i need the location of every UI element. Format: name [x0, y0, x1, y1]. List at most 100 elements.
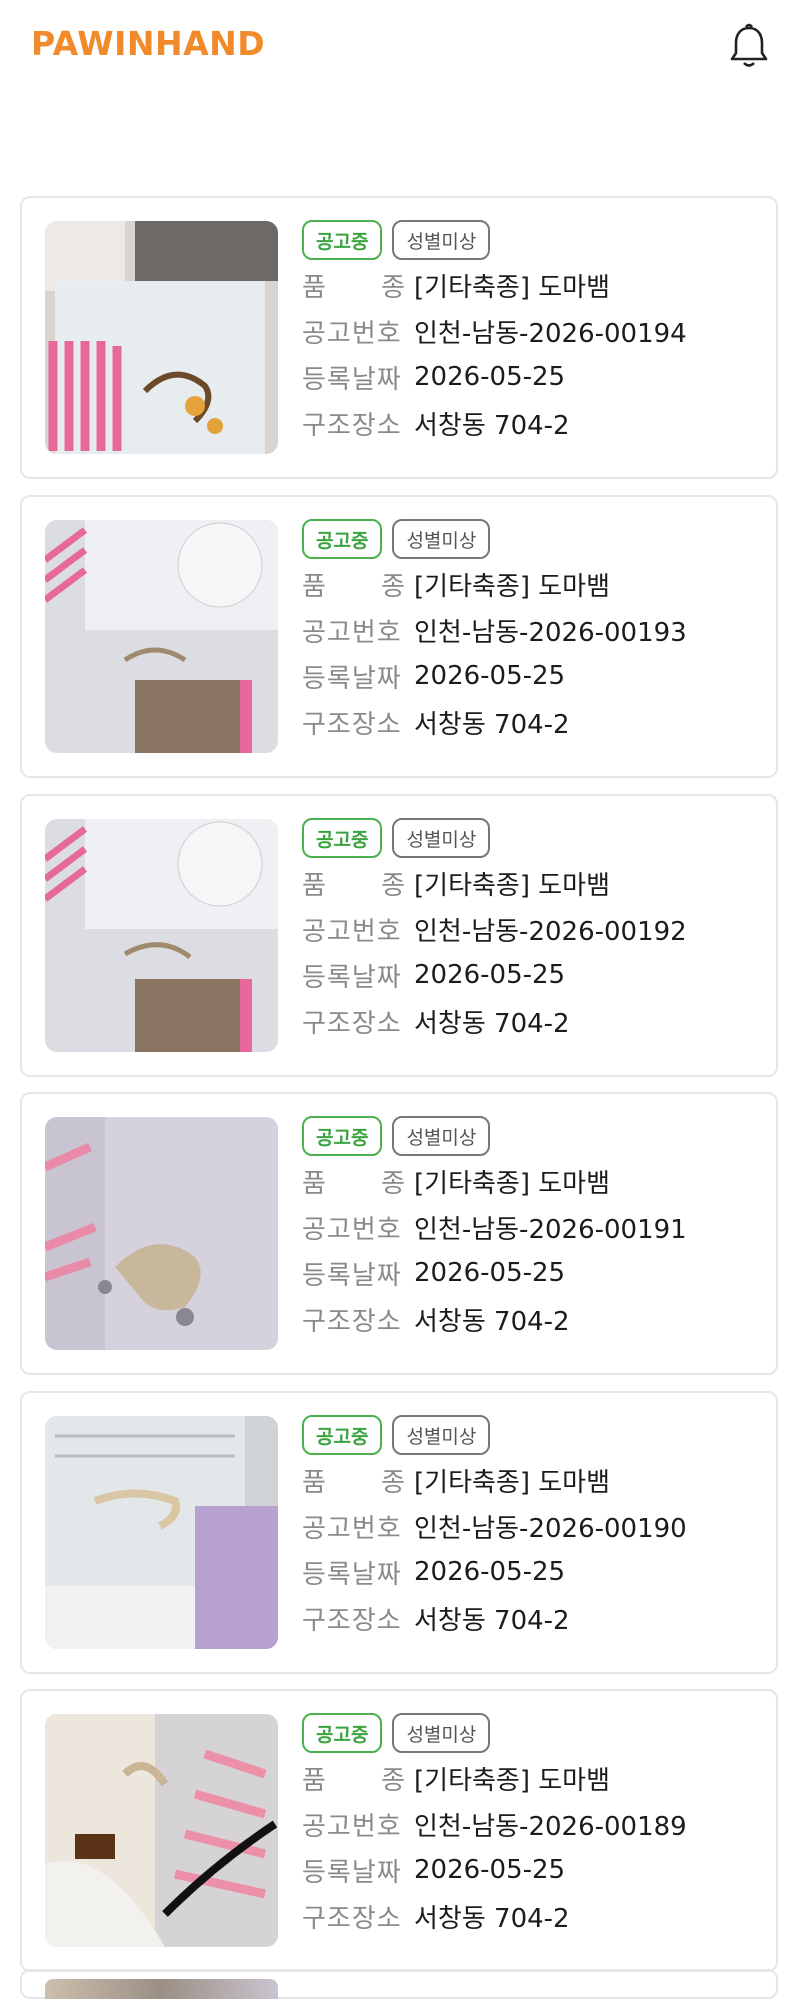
breed-label: 품종	[302, 1760, 406, 1797]
place-row: 구조장소 서창동 704-2	[302, 400, 766, 446]
breed-label-a: 품	[302, 272, 327, 303]
breed-row: 품 종 [기타축종] 도마뱀	[302, 1755, 766, 1801]
notice-row: 공고번호 인천-남동-2026-00192	[302, 906, 766, 952]
date-label: 등록날짜	[302, 962, 402, 993]
notice-value: 인천-남동-2026-00191	[414, 1214, 687, 1245]
place-value: 서창동 704-2	[414, 1903, 570, 1934]
notice-row: 공고번호 인천-남동-2026-00193	[302, 607, 766, 653]
breed-value: [기타축종] 도마뱀	[414, 1168, 610, 1199]
breed-label-b: 종	[381, 571, 406, 602]
place-value: 서창동 704-2	[414, 709, 570, 740]
place-value: 서창동 704-2	[414, 1605, 570, 1636]
date-label: 등록날짜	[302, 1260, 402, 1291]
animal-photo	[45, 1416, 278, 1649]
sex-badge: 성별미상	[392, 220, 491, 260]
listing-card[interactable]: 공고중 성별미상 품 종 [기타축종] 도마뱀 공고번호 인천-남동-2026-001…	[20, 1391, 778, 1674]
listing-card-partial[interactable]	[20, 1969, 778, 1999]
breed-label: 품종	[302, 566, 406, 603]
breed-label-a: 품	[302, 1765, 327, 1796]
date-row: 등록날짜 2026-05-25	[302, 1250, 766, 1296]
notice-label: 공고번호	[302, 916, 402, 947]
notice-row: 공고번호 인천-남동-2026-00189	[302, 1801, 766, 1847]
date-value: 2026-05-25	[414, 661, 566, 691]
breed-label-a: 품	[302, 571, 327, 602]
app-logo[interactable]: PAWINHAND	[31, 24, 265, 63]
status-badge: 공고중	[302, 1713, 383, 1753]
notice-label: 공고번호	[302, 1214, 402, 1245]
sex-badge: 성별미상	[392, 519, 491, 559]
place-label: 구조장소	[302, 1306, 402, 1337]
sex-badge: 성별미상	[392, 818, 491, 858]
status-badge: 공고중	[302, 1415, 383, 1455]
breed-value: [기타축종] 도마뱀	[414, 870, 610, 901]
place-row: 구조장소 서창동 704-2	[302, 1296, 766, 1342]
breed-label-b: 종	[381, 1168, 406, 1199]
place-row: 구조장소 서창동 704-2	[302, 998, 766, 1044]
place-value: 서창동 704-2	[414, 1008, 570, 1039]
breed-label-a: 품	[302, 870, 327, 901]
date-label: 등록날짜	[302, 1857, 402, 1888]
breed-label-b: 종	[381, 1467, 406, 1498]
breed-label-b: 종	[381, 870, 406, 901]
date-value: 2026-05-25	[414, 1258, 566, 1288]
place-label: 구조장소	[302, 1605, 402, 1636]
animal-photo	[45, 520, 278, 753]
status-badge: 공고중	[302, 818, 383, 858]
animal-photo	[45, 819, 278, 1052]
place-label: 구조장소	[302, 1903, 402, 1934]
place-label: 구조장소	[302, 1008, 402, 1039]
place-label: 구조장소	[302, 709, 402, 740]
bell-icon[interactable]	[726, 22, 772, 70]
breed-value: [기타축종] 도마뱀	[414, 571, 610, 602]
notice-label: 공고번호	[302, 318, 402, 349]
notice-value: 인천-남동-2026-00190	[414, 1513, 687, 1544]
sex-badge: 성별미상	[392, 1713, 491, 1753]
breed-value: [기타축종] 도마뱀	[414, 272, 610, 303]
breed-label: 품종	[302, 865, 406, 902]
listing-card[interactable]: 공고중 성별미상 품 종 [기타축종] 도마뱀 공고번호 인천-남동-2026-001…	[20, 1092, 778, 1375]
notice-label: 공고번호	[302, 1513, 402, 1544]
notice-label: 공고번호	[302, 1811, 402, 1842]
date-label: 등록날짜	[302, 364, 402, 395]
place-row: 구조장소 서창동 704-2	[302, 1595, 766, 1641]
date-value: 2026-05-25	[414, 1855, 566, 1885]
place-value: 서창동 704-2	[414, 1306, 570, 1337]
date-value: 2026-05-25	[414, 362, 566, 392]
breed-value: [기타축종] 도마뱀	[414, 1467, 610, 1498]
breed-label-a: 품	[302, 1168, 327, 1199]
date-label: 등록날짜	[302, 663, 402, 694]
app-header: PAWINHAND	[0, 0, 800, 92]
breed-row: 품 종 [기타축종] 도마뱀	[302, 1158, 766, 1204]
sex-badge: 성별미상	[392, 1415, 491, 1455]
place-value: 서창동 704-2	[414, 410, 570, 441]
breed-row: 품 종 [기타축종] 도마뱀	[302, 1457, 766, 1503]
date-value: 2026-05-25	[414, 1557, 566, 1587]
notice-row: 공고번호 인천-남동-2026-00190	[302, 1503, 766, 1549]
date-label: 등록날짜	[302, 1559, 402, 1590]
place-row: 구조장소 서창동 704-2	[302, 699, 766, 745]
date-row: 등록날짜 2026-05-25	[302, 952, 766, 998]
status-badge: 공고중	[302, 220, 383, 260]
breed-label: 품종	[302, 1163, 406, 1200]
breed-label-b: 종	[381, 272, 406, 303]
listing-card[interactable]: 공고중 성별미상 품 종 [기타축종] 도마뱀 공고번호 인천-남동-2026-001…	[20, 1689, 778, 1972]
date-row: 등록날짜 2026-05-25	[302, 354, 766, 400]
listing-card[interactable]: 공고중 성별미상 품 종 [기타축종] 도마뱀 공고번호 인천-남동-2026-001…	[20, 794, 778, 1077]
notice-value: 인천-남동-2026-00194	[414, 318, 687, 349]
place-row: 구조장소 서창동 704-2	[302, 1893, 766, 1939]
breed-label-a: 품	[302, 1467, 327, 1498]
status-badge: 공고중	[302, 519, 383, 559]
breed-value: [기타축종] 도마뱀	[414, 1765, 610, 1796]
animal-photo	[45, 1714, 278, 1947]
date-row: 등록날짜 2026-05-25	[302, 653, 766, 699]
notice-row: 공고번호 인천-남동-2026-00191	[302, 1204, 766, 1250]
animal-photo	[45, 1117, 278, 1350]
listing-card[interactable]: 공고중 성별미상 품 종 [기타축종] 도마뱀 공고번호 인천-남동-2026-001…	[20, 196, 778, 479]
breed-row: 품 종 [기타축종] 도마뱀	[302, 262, 766, 308]
breed-row: 품 종 [기타축종] 도마뱀	[302, 860, 766, 906]
sex-badge: 성별미상	[392, 1116, 491, 1156]
date-row: 등록날짜 2026-05-25	[302, 1847, 766, 1893]
listing-card[interactable]: 공고중 성별미상 품 종 [기타축종] 도마뱀 공고번호 인천-남동-2026-001…	[20, 495, 778, 778]
notice-value: 인천-남동-2026-00193	[414, 617, 687, 648]
notice-value: 인천-남동-2026-00189	[414, 1811, 687, 1842]
